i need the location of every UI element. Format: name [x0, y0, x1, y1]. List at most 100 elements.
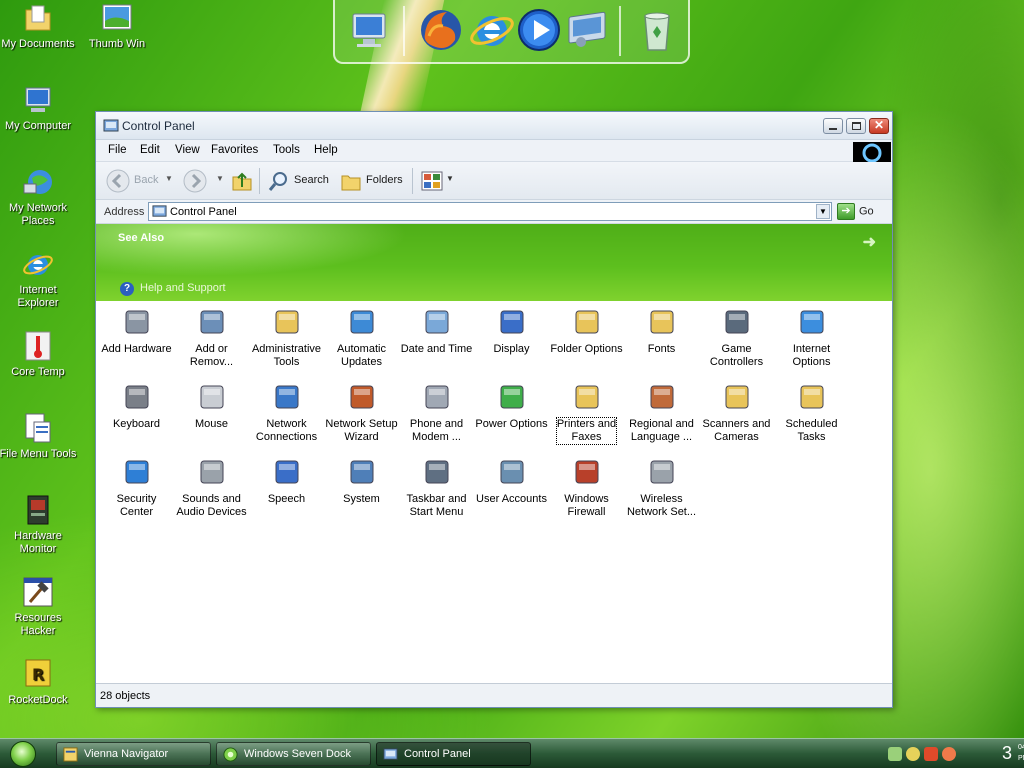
- cp-item-label-line1: Game: [721, 343, 752, 355]
- task-label: Windows Seven Dock: [244, 748, 351, 760]
- alert-tray-icon[interactable]: [942, 747, 956, 761]
- fonts-icon: [650, 310, 673, 334]
- window-title: Control Panel: [122, 119, 195, 133]
- cp-item-phone-and-modem[interactable]: Phone and Modem ...: [399, 382, 474, 444]
- up-folder-icon[interactable]: [231, 170, 253, 192]
- my-computer-icon[interactable]: [345, 6, 393, 54]
- folders-button-label[interactable]: Folders: [366, 174, 403, 186]
- media-player-icon[interactable]: [515, 6, 563, 54]
- desktop-icon-my-documents[interactable]: My Documents: [0, 2, 78, 51]
- taskbar-button-control-panel[interactable]: Control Panel: [376, 742, 531, 766]
- cp-item-power-options[interactable]: Power Options: [474, 382, 549, 431]
- cp-item-security-center[interactable]: Security Center: [99, 457, 174, 519]
- help-and-support-link[interactable]: ? Help and Support: [120, 282, 226, 296]
- back-arrow-icon[interactable]: [106, 169, 130, 193]
- cp-item-folder-options[interactable]: Folder Options: [549, 307, 624, 356]
- desktop-icon-file-menu-tools[interactable]: File Menu Tools: [0, 412, 78, 461]
- desktop-icon-rocketdock[interactable]: R RocketDock: [0, 658, 78, 707]
- cp-item-speech[interactable]: Speech: [249, 457, 324, 506]
- desktop-icon-core-temp[interactable]: Core Temp: [0, 330, 78, 379]
- cp-item-add-hardware[interactable]: Add Hardware: [99, 307, 174, 356]
- cp-item-date-and-time[interactable]: Date and Time: [399, 307, 474, 356]
- cp-item-network-connections[interactable]: Network Connections: [249, 382, 324, 444]
- cp-item-administrative-tools[interactable]: Administrative Tools: [249, 307, 324, 369]
- toolbar-separator: [259, 168, 260, 194]
- desktop-icon-hardware-monitor[interactable]: Hardware Monitor: [0, 494, 78, 556]
- desktop-icon-internet-explorer[interactable]: Internet Explorer: [0, 248, 78, 310]
- cp-item-sounds-and-audio-devices[interactable]: Sounds and Audio Devices: [174, 457, 249, 519]
- taskbar-button-vienna-navigator[interactable]: Vienna Navigator: [56, 742, 211, 766]
- views-dropdown-icon[interactable]: ▼: [446, 174, 454, 183]
- cp-item-label: Phone and Modem ...: [410, 418, 463, 444]
- cp-item-display[interactable]: Display: [474, 307, 549, 356]
- address-dropdown-button[interactable]: ▼: [816, 204, 830, 219]
- volume-tray-icon[interactable]: [906, 747, 920, 761]
- cp-item-regional-and-language[interactable]: Regional and Language ...: [624, 382, 699, 444]
- expand-arrow-icon[interactable]: ➜: [863, 232, 876, 252]
- cp-item-wireless-network-set[interactable]: Wireless Network Set...: [624, 457, 699, 519]
- mouse-icon: [200, 385, 223, 409]
- cp-item-game-controllers[interactable]: Game Controllers: [699, 307, 774, 369]
- desktop-icon-thumb-win[interactable]: Thumb Win: [77, 2, 157, 51]
- cp-item-mouse[interactable]: Mouse: [174, 382, 249, 431]
- desktop-icon-resoures-hacker[interactable]: Resoures Hacker: [0, 576, 78, 638]
- menu-help[interactable]: Help: [314, 144, 338, 156]
- cp-item-label-line1: Phone and: [409, 418, 464, 430]
- cp-item-network-setup-wizard[interactable]: Network Setup Wizard: [324, 382, 399, 444]
- cp-item-windows-firewall[interactable]: Windows Firewall: [549, 457, 624, 519]
- cp-item-label-line1: Display: [493, 343, 530, 355]
- search-button-label[interactable]: Search: [294, 174, 329, 186]
- menu-view[interactable]: View: [175, 144, 200, 156]
- search-icon[interactable]: [268, 170, 290, 192]
- cp-item-keyboard[interactable]: Keyboard: [99, 382, 174, 431]
- title-bar[interactable]: Control Panel ✕: [96, 112, 892, 140]
- cp-item-label: Wireless Network Set...: [627, 493, 696, 519]
- cp-item-automatic-updates[interactable]: Automatic Updates: [324, 307, 399, 369]
- control-panel-icon[interactable]: [563, 6, 611, 54]
- taskbar-button-windows-seven-dock[interactable]: Windows Seven Dock: [216, 742, 371, 766]
- desktop-icon-my-network-places[interactable]: My Network Places: [0, 166, 78, 228]
- cp-item-printers-and-faxes[interactable]: Printers and Faxes: [549, 382, 624, 445]
- cp-item-label: Printers and Faxes: [555, 417, 618, 445]
- go-button[interactable]: ➔ Go: [837, 203, 874, 220]
- cp-item-label: Add Hardware: [101, 343, 171, 356]
- menu-edit[interactable]: Edit: [140, 144, 160, 156]
- dock-app-icon: [223, 747, 238, 762]
- forward-dropdown-icon[interactable]: ▼: [216, 174, 224, 183]
- menu-favorites[interactable]: Favorites: [211, 144, 258, 156]
- display-icon: [500, 310, 523, 334]
- cp-item-taskbar-and-start-menu[interactable]: Taskbar and Start Menu: [399, 457, 474, 519]
- recycle-bin-icon[interactable]: [633, 6, 681, 54]
- dock-separator: [619, 6, 621, 56]
- minimize-button[interactable]: [823, 118, 843, 134]
- security-tray-icon[interactable]: [924, 747, 938, 761]
- folder-icon[interactable]: [340, 170, 362, 192]
- network-tray-icon[interactable]: [888, 747, 902, 761]
- firefox-icon[interactable]: [417, 6, 465, 54]
- administrative-tools-icon: [275, 310, 298, 334]
- views-icon[interactable]: [421, 170, 443, 192]
- desktop-icon-my-computer[interactable]: My Computer: [0, 84, 78, 133]
- address-field[interactable]: Control Panel ▼: [148, 202, 832, 221]
- close-button[interactable]: ✕: [869, 118, 889, 134]
- maximize-button[interactable]: [846, 118, 866, 134]
- back-button-label[interactable]: Back: [134, 174, 158, 186]
- back-dropdown-icon[interactable]: ▼: [165, 174, 173, 183]
- cp-item-internet-options[interactable]: Internet Options: [774, 307, 849, 369]
- cp-item-system[interactable]: System: [324, 457, 399, 506]
- cp-item-label: Folder Options: [550, 343, 622, 356]
- cp-item-user-accounts[interactable]: User Accounts: [474, 457, 549, 506]
- cp-item-add-or-remov[interactable]: Add or Remov...: [174, 307, 249, 369]
- menu-file[interactable]: File: [108, 144, 127, 156]
- start-button[interactable]: [10, 741, 36, 767]
- clock[interactable]: 3 04 PM: [1002, 743, 1024, 764]
- internet-explorer-icon[interactable]: [468, 6, 516, 54]
- dock-separator: [403, 6, 405, 56]
- dock: [333, 0, 690, 64]
- cp-item-scanners-and-cameras[interactable]: Scanners and Cameras: [699, 382, 774, 444]
- forward-arrow-icon[interactable]: [183, 169, 207, 193]
- cp-item-fonts[interactable]: Fonts: [624, 307, 699, 356]
- menu-tools[interactable]: Tools: [273, 144, 300, 156]
- cp-item-scheduled-tasks[interactable]: Scheduled Tasks: [774, 382, 849, 444]
- cp-item-label-line1: Wireless: [640, 493, 683, 505]
